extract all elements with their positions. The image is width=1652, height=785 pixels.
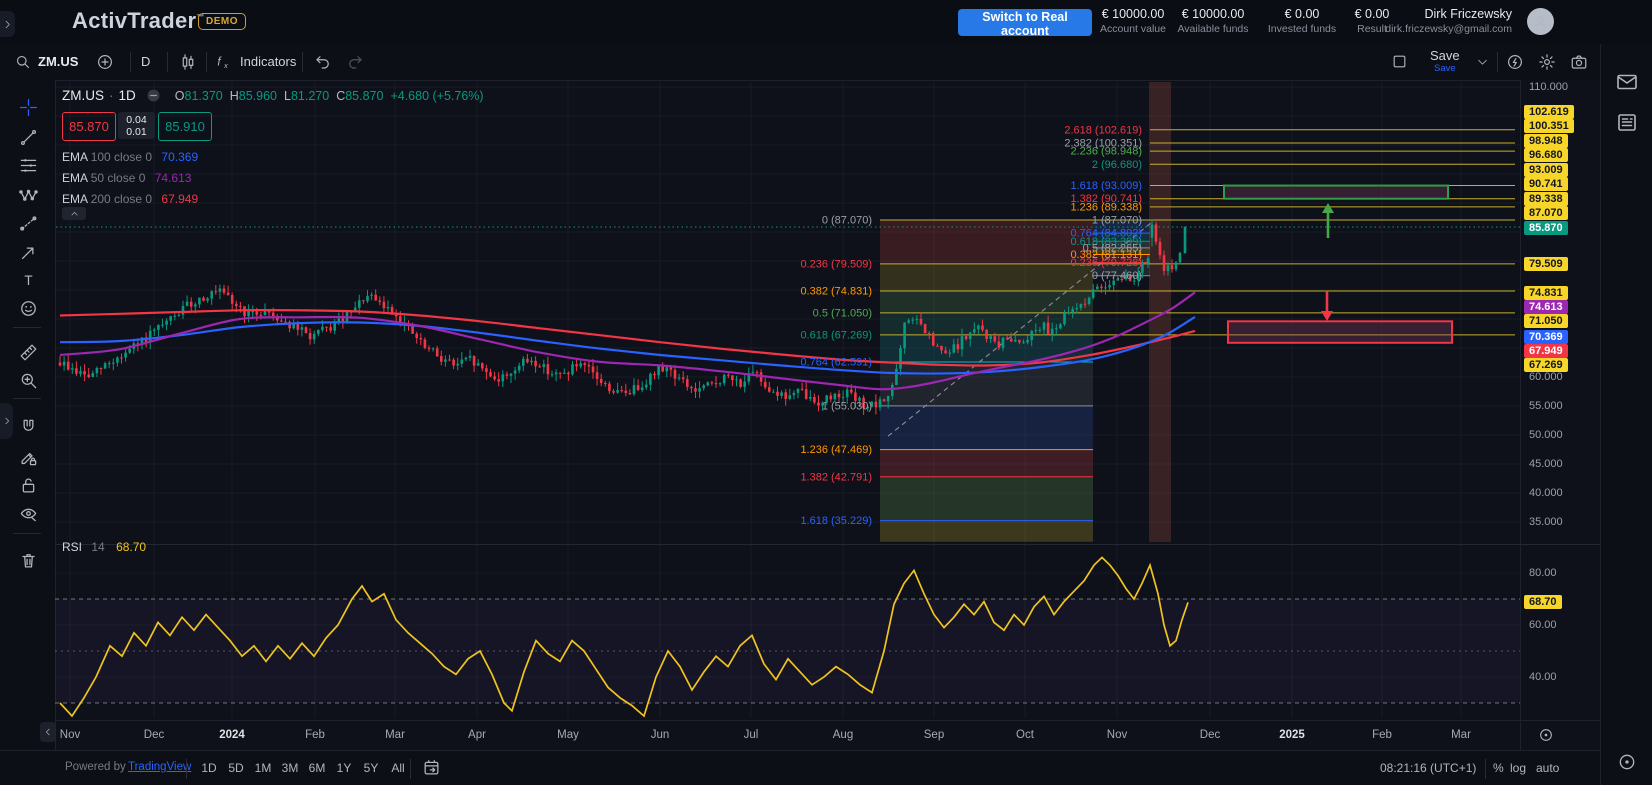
ema-legend-row[interactable]: EMA 100 close 0 70.369	[62, 150, 198, 164]
svg-text:1.618 (93.009): 1.618 (93.009)	[1070, 180, 1142, 192]
svg-text:2.618 (102.619): 2.618 (102.619)	[1064, 124, 1142, 136]
collapse-pane-button[interactable]	[62, 207, 86, 220]
expand-watchlist-button[interactable]	[0, 403, 13, 439]
rsi-period: 14	[91, 540, 104, 554]
svg-text:0.5 (71.050): 0.5 (71.050)	[813, 307, 872, 319]
chevron-right-icon	[2, 416, 12, 426]
ohlc-key: C	[336, 89, 345, 103]
legend-symbol: ZM.US	[62, 88, 104, 103]
svg-text:0 (77.460): 0 (77.460)	[1092, 270, 1142, 282]
activtrader-window: 0 (87.070) 0.236 (79.509) 0.382 (74.831) 0.…	[0, 0, 1652, 785]
svg-text:0 (87.070): 0 (87.070)	[822, 214, 872, 226]
sell-button[interactable]: 85.870	[62, 112, 116, 141]
svg-text:1.382 (42.791): 1.382 (42.791)	[800, 471, 872, 483]
change-value: +4.680 (+5.76%)	[390, 89, 483, 103]
legend-interval: 1D	[119, 88, 136, 103]
collapse-legend-icon[interactable]	[146, 88, 161, 103]
axis-settings-icon[interactable]	[1538, 727, 1554, 743]
ema-legend-row[interactable]: EMA 50 close 0 74.613	[62, 171, 191, 185]
chevron-left-icon	[43, 727, 53, 737]
spread-bottom: 0.01	[126, 126, 146, 138]
ohlc-value: 85.960	[239, 89, 277, 103]
ohlc-value: 81.370	[185, 89, 223, 103]
spread-box: 0.04 0.01	[118, 112, 155, 139]
spread-top: 0.04	[126, 114, 146, 126]
ema-legend-row[interactable]: EMA 200 close 0 67.949	[62, 192, 198, 206]
svg-text:2 (96.680): 2 (96.680)	[1092, 159, 1142, 171]
chevron-up-icon	[70, 209, 79, 218]
svg-text:0.618 (67.269): 0.618 (67.269)	[800, 329, 872, 341]
svg-text:1.618 (35.229): 1.618 (35.229)	[800, 515, 872, 527]
price-chart[interactable]: 0 (87.070) 0.236 (79.509) 0.382 (74.831) 0.…	[0, 0, 1652, 785]
svg-text:0.236 (79.509): 0.236 (79.509)	[800, 258, 872, 270]
ohlc-value: 81.270	[291, 89, 329, 103]
buy-button[interactable]: 85.910	[158, 112, 212, 141]
ohlc-key: L	[284, 89, 291, 103]
ohlc-values: O81.370 H85.960 L81.270 C85.870 +4.680 (+5.7…	[175, 89, 484, 103]
svg-text:1.236 (47.469): 1.236 (47.469)	[800, 444, 872, 456]
svg-text:1 (55.030): 1 (55.030)	[822, 400, 872, 412]
svg-text:0.382 (74.831): 0.382 (74.831)	[800, 285, 872, 297]
ohlc-key: H	[230, 89, 239, 103]
rsi-name: RSI	[62, 540, 82, 554]
symbol-title-row[interactable]: ZM.US · 1D O81.370 H85.960 L81.270 C85.870 +…	[62, 88, 484, 103]
svg-text:0.236 (79.728): 0.236 (79.728)	[1070, 257, 1142, 269]
svg-text:1.236 (89.338): 1.236 (89.338)	[1070, 201, 1142, 213]
separator-dot: ·	[109, 88, 114, 103]
rsi-value: 68.70	[116, 540, 146, 554]
svg-text:1 (87.070): 1 (87.070)	[1092, 214, 1142, 226]
svg-text:0.764 (62.591): 0.764 (62.591)	[800, 356, 872, 368]
chart-legend: ZM.US · 1D O81.370 H85.960 L81.270 C85.870 +…	[62, 88, 484, 103]
collapse-toolbar-button[interactable]	[40, 722, 56, 742]
ohlc-key: O	[175, 89, 185, 103]
ohlc-value: 85.870	[345, 89, 383, 103]
svg-text:2.236 (98.948): 2.236 (98.948)	[1070, 146, 1142, 158]
rsi-legend[interactable]: RSI 14 68.70	[62, 540, 146, 554]
